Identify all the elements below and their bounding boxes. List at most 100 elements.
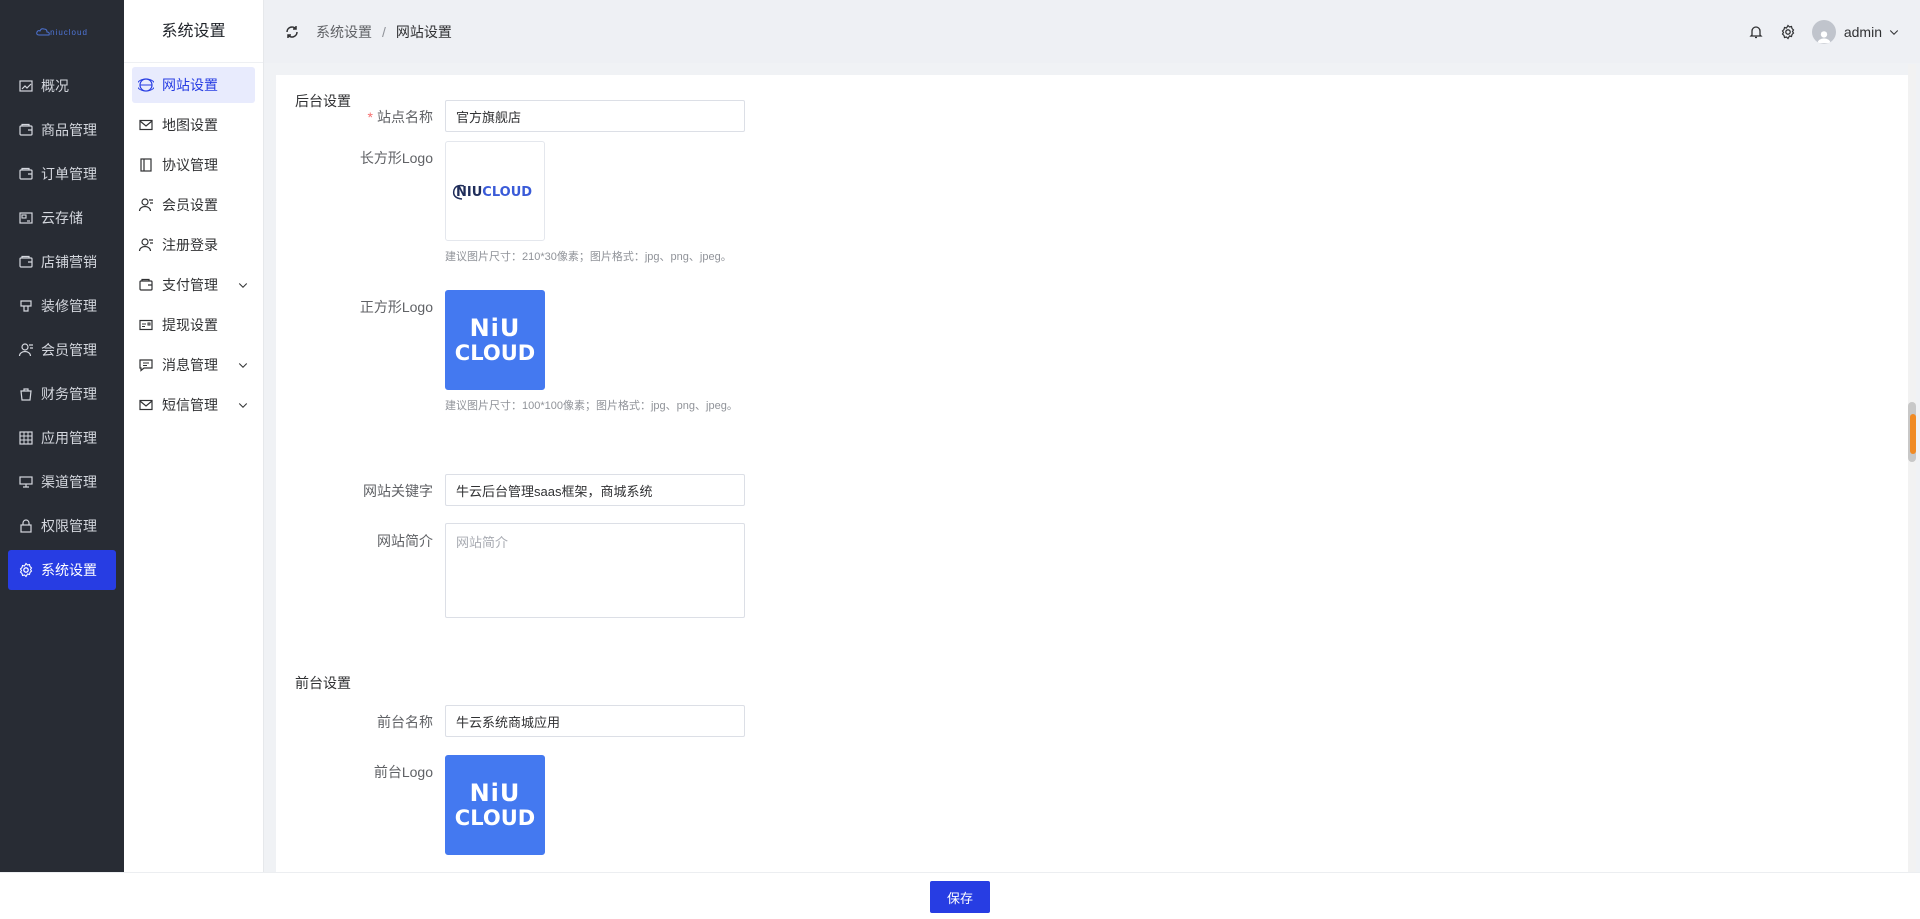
save-button[interactable]: 保存 bbox=[930, 881, 990, 913]
form-footer: 保存 bbox=[0, 872, 1920, 919]
sidebar-item-label: 系统设置 bbox=[41, 562, 97, 578]
required-mark: * bbox=[367, 109, 373, 125]
notebook-icon bbox=[140, 158, 152, 172]
site-name-input[interactable] bbox=[445, 100, 745, 132]
section-title-frontend: 前台设置 bbox=[295, 675, 351, 691]
subnav-item-7[interactable]: 消息管理 bbox=[132, 347, 255, 383]
chevron-down-icon[interactable] bbox=[237, 279, 249, 291]
subnav-item-label: 地图设置 bbox=[162, 117, 218, 133]
avatar[interactable] bbox=[1811, 19, 1836, 44]
subnav-item-4[interactable]: 注册登录 bbox=[132, 227, 255, 263]
rect-logo-upload[interactable]: NIU CLOUD bbox=[445, 141, 545, 241]
subnav-item-label: 协议管理 bbox=[162, 157, 218, 173]
top-header: 系统设置 / 网站设置 admin bbox=[264, 0, 1920, 63]
frontend-logo-image: NiU CLOUD bbox=[454, 779, 536, 830]
square-logo-hint: 建议图片尺寸：100*100像素；图片格式：jpg、png、jpeg。 bbox=[445, 400, 738, 412]
sidebar-item-0[interactable]: 概况 bbox=[8, 66, 116, 106]
sub-sidebar-title: 系统设置 bbox=[124, 0, 263, 63]
subnav-item-6[interactable]: 提现设置 bbox=[132, 307, 255, 343]
square-logo-label: 正方形Logo bbox=[359, 299, 433, 315]
sidebar-item-4[interactable]: 店铺营销 bbox=[8, 242, 116, 282]
description-label: 网站简介 bbox=[377, 533, 433, 549]
user-icon bbox=[18, 343, 33, 357]
mail-icon bbox=[139, 399, 153, 411]
chevron-down-icon[interactable] bbox=[237, 399, 249, 411]
app-logo[interactable]: niucloud bbox=[0, 0, 124, 64]
page-scrollbar[interactable] bbox=[1908, 64, 1916, 872]
breadcrumb: 系统设置 / 网站设置 bbox=[316, 22, 452, 42]
cloud-logo-icon bbox=[36, 28, 50, 36]
subnav-item-0[interactable]: 网站设置 bbox=[132, 67, 255, 103]
sidebar-item-5[interactable]: 装修管理 bbox=[8, 286, 116, 326]
sidebar-item-6[interactable]: 会员管理 bbox=[8, 330, 116, 370]
globe-icon bbox=[138, 78, 154, 92]
sidebar-item-11[interactable]: 系统设置 bbox=[8, 550, 116, 590]
breadcrumb-item-system[interactable]: 系统设置 bbox=[316, 24, 372, 40]
sidebar-item-label: 渠道管理 bbox=[41, 474, 97, 490]
sidebar-item-2[interactable]: 订单管理 bbox=[8, 154, 116, 194]
frontend-name-input[interactable] bbox=[445, 705, 745, 737]
mail-icon bbox=[139, 119, 153, 131]
sidebar-item-label: 会员管理 bbox=[41, 342, 97, 358]
sidebar-item-9[interactable]: 渠道管理 bbox=[8, 462, 116, 502]
subnav-item-3[interactable]: 会员设置 bbox=[132, 187, 255, 223]
wallet-icon bbox=[139, 278, 153, 291]
frontend-logo-upload[interactable]: NiU CLOUD bbox=[445, 755, 545, 855]
rect-logo-label: 长方形Logo bbox=[359, 150, 433, 166]
frontend-name-label: 前台名称 bbox=[377, 714, 433, 730]
app-logo-text: niucloud bbox=[50, 27, 88, 37]
username[interactable]: admin bbox=[1844, 24, 1882, 40]
subnav-item-2[interactable]: 协议管理 bbox=[132, 147, 255, 183]
settings-form: 后台设置 *站点名称 长方形Logo NIUCLOUD 建议图片尺寸：210*3… bbox=[276, 75, 1910, 873]
rect-logo-image: NIU CLOUD bbox=[452, 179, 540, 205]
grid-icon bbox=[19, 431, 33, 445]
breadcrumb-item-current: 网站设置 bbox=[395, 23, 452, 40]
chat-icon bbox=[139, 359, 153, 372]
frontend-logo-label: 前台Logo bbox=[373, 764, 433, 780]
sidebar-item-7[interactable]: 财务管理 bbox=[8, 374, 116, 414]
subnav-item-label: 支付管理 bbox=[162, 277, 218, 293]
trend-chart-icon bbox=[19, 80, 33, 92]
user-avatar-icon bbox=[1817, 30, 1831, 43]
subnav-item-label: 提现设置 bbox=[162, 317, 218, 333]
sidebar-item-label: 店铺营销 bbox=[41, 254, 97, 270]
sidebar-item-10[interactable]: 权限管理 bbox=[8, 506, 116, 546]
sidebar-item-label: 订单管理 bbox=[41, 166, 97, 182]
chevron-down-icon[interactable] bbox=[237, 359, 249, 371]
sidebar-item-1[interactable]: 商品管理 bbox=[8, 110, 116, 150]
monitor-icon bbox=[19, 476, 33, 488]
sidebar-item-label: 权限管理 bbox=[41, 518, 97, 534]
subnav-item-1[interactable]: 地图设置 bbox=[132, 107, 255, 143]
wallet-icon bbox=[19, 167, 33, 180]
gear-icon[interactable] bbox=[1780, 24, 1796, 40]
subnav-item-8[interactable]: 短信管理 bbox=[132, 387, 255, 423]
sidebar-item-8[interactable]: 应用管理 bbox=[8, 418, 116, 458]
subnav-item-label: 网站设置 bbox=[162, 77, 218, 93]
subnav-item-5[interactable]: 支付管理 bbox=[132, 267, 255, 303]
chevron-down-icon[interactable] bbox=[1888, 26, 1900, 38]
scrollbar-thumb-accent bbox=[1910, 414, 1916, 454]
rect-logo-hint: 建议图片尺寸：210*30像素；图片格式：jpg、png、jpeg。 bbox=[445, 251, 732, 263]
header-actions: admin bbox=[1732, 0, 1900, 63]
site-name-label: * 站点名称 bbox=[367, 109, 433, 125]
subnav-item-label: 注册登录 bbox=[162, 237, 218, 253]
bell-icon[interactable] bbox=[1748, 24, 1764, 40]
main-sidebar: niucloud 概况 商品管理订单管理云存储店铺营销装修管理会员管理财务管理应用… bbox=[0, 0, 124, 919]
subnav-item-label: 会员设置 bbox=[162, 197, 218, 213]
sidebar-item-3[interactable]: 云存储 bbox=[8, 198, 116, 238]
keywords-input[interactable] bbox=[445, 474, 745, 506]
user-icon bbox=[138, 198, 153, 212]
wallet-icon bbox=[19, 255, 33, 268]
sidebar-item-label: 财务管理 bbox=[41, 386, 97, 402]
gear-icon bbox=[19, 562, 33, 578]
user-icon bbox=[138, 238, 153, 252]
subnav-item-label: 消息管理 bbox=[162, 357, 218, 373]
lock-icon bbox=[20, 519, 32, 533]
description-textarea[interactable] bbox=[445, 523, 745, 618]
square-logo-upload[interactable]: NiU CLOUD bbox=[445, 290, 545, 390]
refresh-icon[interactable] bbox=[284, 24, 300, 40]
postcard-icon bbox=[139, 319, 153, 331]
sidebar-item-label: 装修管理 bbox=[41, 298, 97, 314]
bag-icon bbox=[20, 388, 32, 401]
square-logo-image: NiU CLOUD bbox=[454, 314, 536, 365]
